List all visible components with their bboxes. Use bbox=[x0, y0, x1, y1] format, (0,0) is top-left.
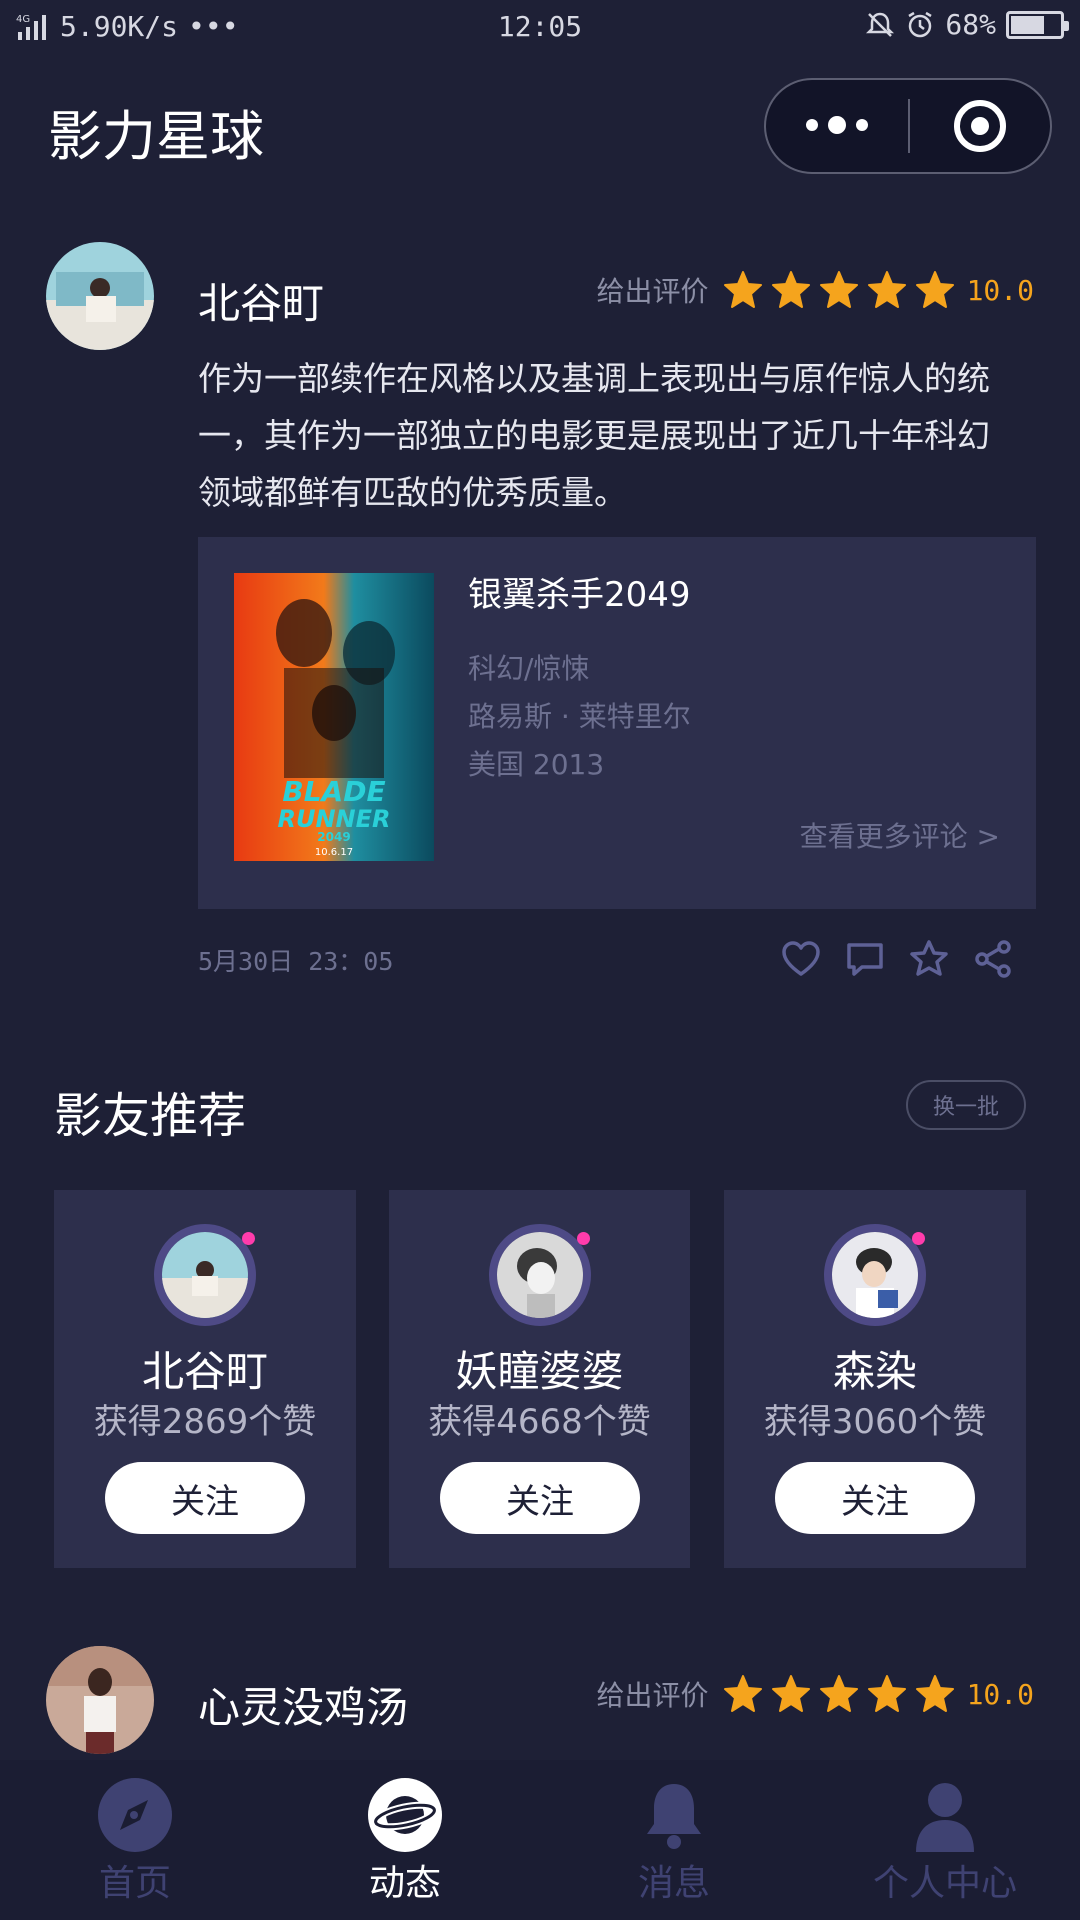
star-icon bbox=[771, 1675, 810, 1712]
recommend-name: 北谷町 bbox=[141, 1347, 268, 1396]
tab-label: 消息 bbox=[637, 1863, 710, 1904]
recommend-likes: 获得4668个赞 bbox=[428, 1402, 651, 1442]
post-username[interactable]: 北谷町 bbox=[198, 270, 324, 331]
recommend-card[interactable]: 妖瞳婆婆 获得4668个赞 关注 bbox=[389, 1190, 690, 1568]
tab-messages[interactable]: 消息 bbox=[574, 1760, 774, 1920]
star-icon bbox=[867, 271, 906, 308]
movie-card[interactable]: BLADE RUNNER 2049 10.6.17 银翼杀手2049 科幻/惊悚… bbox=[198, 537, 1036, 909]
avatar[interactable] bbox=[824, 1224, 926, 1326]
rating: 给出评价 10.0 bbox=[597, 270, 1034, 310]
dot bbox=[806, 118, 818, 131]
recommend-card[interactable]: 北谷町 获得2869个赞 关注 bbox=[54, 1190, 356, 1568]
rating-score: 10.0 bbox=[966, 1677, 1034, 1711]
tab-label: 个人中心 bbox=[872, 1863, 1017, 1904]
tab-profile[interactable]: 个人中心 bbox=[845, 1760, 1045, 1920]
share-icon[interactable] bbox=[972, 938, 1014, 980]
planet-icon bbox=[368, 1778, 442, 1852]
post-text: 作为一部续作在风格以及基调上表现出与原作惊人的统一，其作为一部独立的电影更是展现… bbox=[198, 359, 990, 512]
poster-title-line3: 2049 bbox=[317, 830, 350, 844]
follow-button[interactable]: 关注 bbox=[775, 1462, 975, 1534]
star-icon bbox=[819, 1675, 858, 1712]
avatar-image bbox=[46, 242, 154, 350]
close-target-button[interactable] bbox=[910, 100, 1050, 152]
online-dot bbox=[912, 1232, 925, 1245]
movie-title: 银翼杀手2049 bbox=[468, 575, 691, 615]
recommend-name: 妖瞳婆婆 bbox=[455, 1347, 624, 1396]
dot bbox=[856, 118, 868, 131]
rating-label: 给出评价 bbox=[596, 275, 709, 308]
follow-button[interactable]: 关注 bbox=[440, 1462, 640, 1534]
tab-feed[interactable]: 动态 bbox=[305, 1760, 505, 1920]
avatar[interactable] bbox=[489, 1224, 591, 1326]
alarm-icon bbox=[908, 11, 933, 37]
mini-program-capsule bbox=[764, 78, 1052, 174]
movie-country-year: 美国 2013 bbox=[468, 748, 605, 781]
movie-poster: BLADE RUNNER 2049 10.6.17 bbox=[234, 573, 434, 861]
poster-title-line1: BLADE bbox=[282, 775, 385, 808]
dot bbox=[828, 115, 846, 134]
tab-label: 首页 bbox=[98, 1863, 171, 1904]
rating-label: 给出评价 bbox=[596, 1679, 709, 1712]
rating-score: 10.0 bbox=[966, 273, 1034, 307]
post-username[interactable]: 心灵没鸡汤 bbox=[198, 1674, 408, 1735]
rating-stars bbox=[723, 270, 955, 310]
movie-genre: 科幻/惊悚 bbox=[468, 652, 590, 685]
page-title: 影力星球 bbox=[48, 105, 264, 168]
recommend-name: 森染 bbox=[832, 1347, 917, 1396]
more-menu-button[interactable] bbox=[766, 115, 908, 134]
poster-title-line2: RUNNER bbox=[277, 805, 390, 833]
status-right: 68% bbox=[865, 8, 1069, 41]
post-time: 5月30日 23：05 bbox=[198, 947, 394, 976]
poster-date: 10.6.17 bbox=[315, 847, 353, 858]
status-bar: 4G 5.90K/s ••• 12:05 68% bbox=[0, 0, 1080, 56]
battery-percent: 68% bbox=[945, 8, 996, 41]
mute-bell-icon bbox=[866, 12, 895, 37]
recommend-likes: 获得3060个赞 bbox=[763, 1402, 987, 1442]
avatar-image bbox=[46, 1646, 154, 1754]
comment-icon[interactable] bbox=[844, 938, 886, 980]
compass-icon bbox=[98, 1778, 172, 1852]
star-icon bbox=[723, 1675, 762, 1712]
battery-icon bbox=[1006, 10, 1069, 39]
star-icon bbox=[915, 271, 954, 308]
movie-director: 路易斯 · 莱特里尔 bbox=[468, 700, 691, 733]
person-icon bbox=[916, 1783, 974, 1852]
star-icon bbox=[723, 271, 762, 308]
tab-label: 动态 bbox=[368, 1863, 441, 1904]
more-reviews-link[interactable]: 查看更多评论 > bbox=[800, 815, 1000, 855]
star-outline-icon[interactable] bbox=[908, 938, 950, 980]
avatar[interactable] bbox=[154, 1224, 256, 1326]
target-icon bbox=[954, 100, 1006, 152]
follow-button[interactable]: 关注 bbox=[105, 1462, 305, 1534]
recommend-likes: 获得2869个赞 bbox=[93, 1402, 317, 1442]
recommend-card[interactable]: 森染 获得3060个赞 关注 bbox=[724, 1190, 1026, 1568]
rating: 给出评价 10.0 bbox=[597, 1674, 1034, 1714]
tab-bar: 首页 动态 消息 个人中心 bbox=[0, 1760, 1080, 1920]
star-icon bbox=[819, 271, 858, 308]
bell-icon bbox=[647, 1784, 701, 1849]
heart-icon[interactable] bbox=[780, 938, 822, 980]
post-actions bbox=[780, 938, 1014, 980]
avatar[interactable] bbox=[46, 1646, 154, 1754]
star-icon bbox=[867, 1675, 906, 1712]
star-icon bbox=[771, 271, 810, 308]
section-title: 影友推荐 bbox=[54, 1088, 247, 1144]
online-dot bbox=[577, 1232, 590, 1245]
rating-stars bbox=[723, 1674, 955, 1714]
online-dot bbox=[242, 1232, 255, 1245]
refresh-button[interactable]: 换一批 bbox=[906, 1080, 1026, 1130]
avatar[interactable] bbox=[46, 242, 154, 350]
tab-home[interactable]: 首页 bbox=[35, 1760, 235, 1920]
star-icon bbox=[915, 1675, 954, 1712]
